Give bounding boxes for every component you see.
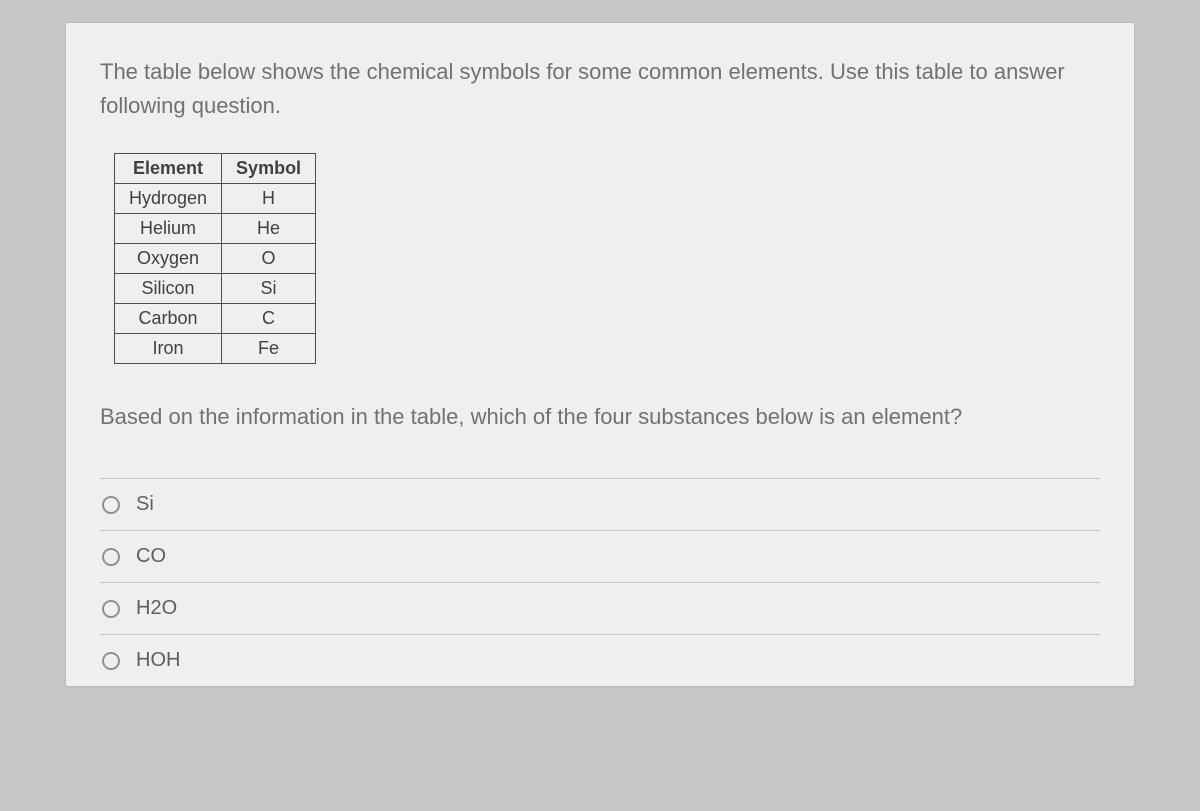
option-si[interactable]: Si bbox=[100, 478, 1100, 530]
option-co[interactable]: CO bbox=[100, 530, 1100, 582]
question-prompt-text: Based on the information in the table, w… bbox=[100, 400, 1100, 434]
cell-element: Hydrogen bbox=[115, 184, 222, 214]
cell-element: Oxygen bbox=[115, 244, 222, 274]
option-label: H2O bbox=[136, 597, 177, 620]
radio-icon bbox=[102, 548, 120, 566]
header-symbol: Symbol bbox=[222, 154, 316, 184]
cell-symbol: Fe bbox=[222, 334, 316, 364]
cell-symbol: Si bbox=[222, 274, 316, 304]
option-h2o[interactable]: H2O bbox=[100, 582, 1100, 634]
radio-icon bbox=[102, 652, 120, 670]
cell-symbol: C bbox=[222, 304, 316, 334]
elements-table: Element Symbol Hydrogen H Helium He Oxyg… bbox=[114, 153, 316, 364]
cell-symbol: He bbox=[222, 214, 316, 244]
table-row: Iron Fe bbox=[115, 334, 316, 364]
radio-icon bbox=[102, 600, 120, 618]
cell-element: Iron bbox=[115, 334, 222, 364]
radio-icon bbox=[102, 496, 120, 514]
table-row: Carbon C bbox=[115, 304, 316, 334]
cell-element: Helium bbox=[115, 214, 222, 244]
cell-symbol: H bbox=[222, 184, 316, 214]
options-list: Si CO H2O HOH bbox=[100, 478, 1100, 686]
table-header-row: Element Symbol bbox=[115, 154, 316, 184]
option-hoh[interactable]: HOH bbox=[100, 634, 1100, 686]
table-row: Silicon Si bbox=[115, 274, 316, 304]
option-label: Si bbox=[136, 493, 154, 516]
cell-symbol: O bbox=[222, 244, 316, 274]
header-element: Element bbox=[115, 154, 222, 184]
option-label: CO bbox=[136, 545, 166, 568]
cell-element: Carbon bbox=[115, 304, 222, 334]
option-label: HOH bbox=[136, 649, 180, 672]
table-row: Oxygen O bbox=[115, 244, 316, 274]
question-intro-text: The table below shows the chemical symbo… bbox=[100, 55, 1100, 123]
table-row: Helium He bbox=[115, 214, 316, 244]
cell-element: Silicon bbox=[115, 274, 222, 304]
table-row: Hydrogen H bbox=[115, 184, 316, 214]
question-card: The table below shows the chemical symbo… bbox=[65, 22, 1135, 687]
